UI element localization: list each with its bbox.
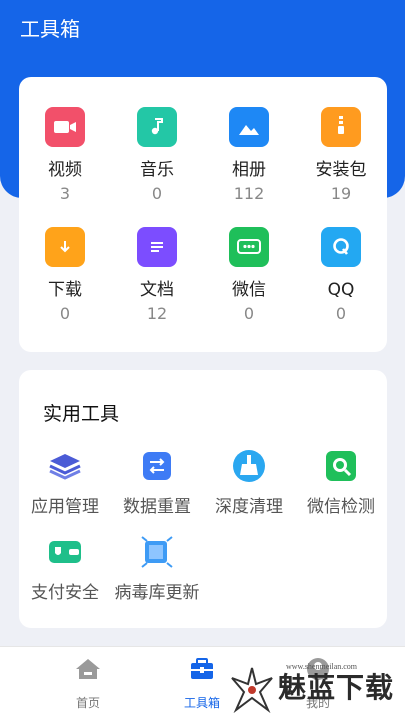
category-document[interactable]: 文档 12 — [111, 227, 203, 324]
swap-icon — [137, 446, 177, 486]
tool-app-management[interactable]: 应用管理 — [19, 446, 111, 518]
wechat-scan-icon — [321, 446, 361, 486]
category-package[interactable]: 安装包 19 — [295, 107, 387, 204]
nav-label: 首页 — [75, 696, 100, 710]
category-count: 112 — [233, 184, 265, 203]
tool-payment-security[interactable]: 支付安全 — [19, 532, 111, 604]
site-watermark: www.shenmeilan.com 魅蓝下载 — [228, 660, 403, 718]
tool-deep-clean[interactable]: 深度清理 — [203, 446, 295, 518]
photo-album-icon — [229, 107, 269, 147]
category-download[interactable]: 下载 0 — [19, 227, 111, 324]
dragon-logo-icon — [231, 667, 273, 714]
tool-virus-db-update[interactable]: 病毒库更新 — [111, 532, 203, 604]
tool-data-reset[interactable]: 数据重置 — [111, 446, 203, 518]
watermark-text: 魅蓝下载 — [278, 671, 395, 704]
category-count: 12 — [146, 304, 168, 323]
category-count: 0 — [335, 304, 347, 323]
video-icon — [45, 107, 85, 147]
category-count: 0 — [151, 184, 163, 203]
virus-update-icon — [137, 532, 177, 572]
category-label: QQ — [327, 280, 355, 300]
category-label: 视频 — [48, 160, 82, 180]
category-label: 安装包 — [315, 160, 367, 180]
music-icon — [137, 107, 177, 147]
tool-label: 应用管理 — [31, 497, 99, 517]
tool-label: 微信检测 — [307, 497, 375, 517]
toolbox-icon — [189, 657, 215, 681]
tool-label: 数据重置 — [123, 497, 191, 517]
category-label: 下载 — [48, 280, 82, 300]
category-count: 19 — [330, 184, 352, 203]
wechat-icon — [229, 227, 269, 267]
utility-tools-card: 实用工具 应用管理 数据重置 深度清理 微信检测 支付安全 病毒库更新 — [19, 370, 387, 628]
category-qq[interactable]: QQ 0 — [295, 227, 387, 324]
home-icon — [75, 657, 101, 681]
category-label: 相册 — [232, 160, 266, 180]
category-count: 3 — [59, 184, 71, 203]
file-categories-card: 视频 3 音乐 0 相册 112 安装包 19 下载 0 文档 12 微信 0 … — [19, 77, 387, 352]
category-count: 0 — [59, 304, 71, 323]
broom-icon — [229, 446, 269, 486]
tool-label: 深度清理 — [215, 497, 283, 517]
category-video[interactable]: 视频 3 — [19, 107, 111, 204]
document-icon — [137, 227, 177, 267]
category-label: 文档 — [140, 280, 174, 300]
tool-label: 病毒库更新 — [114, 583, 200, 603]
package-icon — [321, 107, 361, 147]
category-music[interactable]: 音乐 0 — [111, 107, 203, 204]
wallet-shield-icon — [45, 532, 85, 572]
qq-icon — [321, 227, 361, 267]
category-label: 音乐 — [140, 160, 174, 180]
category-photo-album[interactable]: 相册 112 — [203, 107, 295, 204]
category-wechat[interactable]: 微信 0 — [203, 227, 295, 324]
tool-label: 支付安全 — [31, 583, 99, 603]
category-count: 0 — [243, 304, 255, 323]
nav-home[interactable]: 首页 — [48, 657, 128, 711]
category-label: 微信 — [232, 280, 266, 300]
page-title: 工具箱 — [20, 17, 80, 41]
tools-heading: 实用工具 — [43, 403, 120, 425]
tool-wechat-scan[interactable]: 微信检测 — [295, 446, 387, 518]
layers-icon — [45, 446, 85, 486]
download-folder-icon — [45, 227, 85, 267]
